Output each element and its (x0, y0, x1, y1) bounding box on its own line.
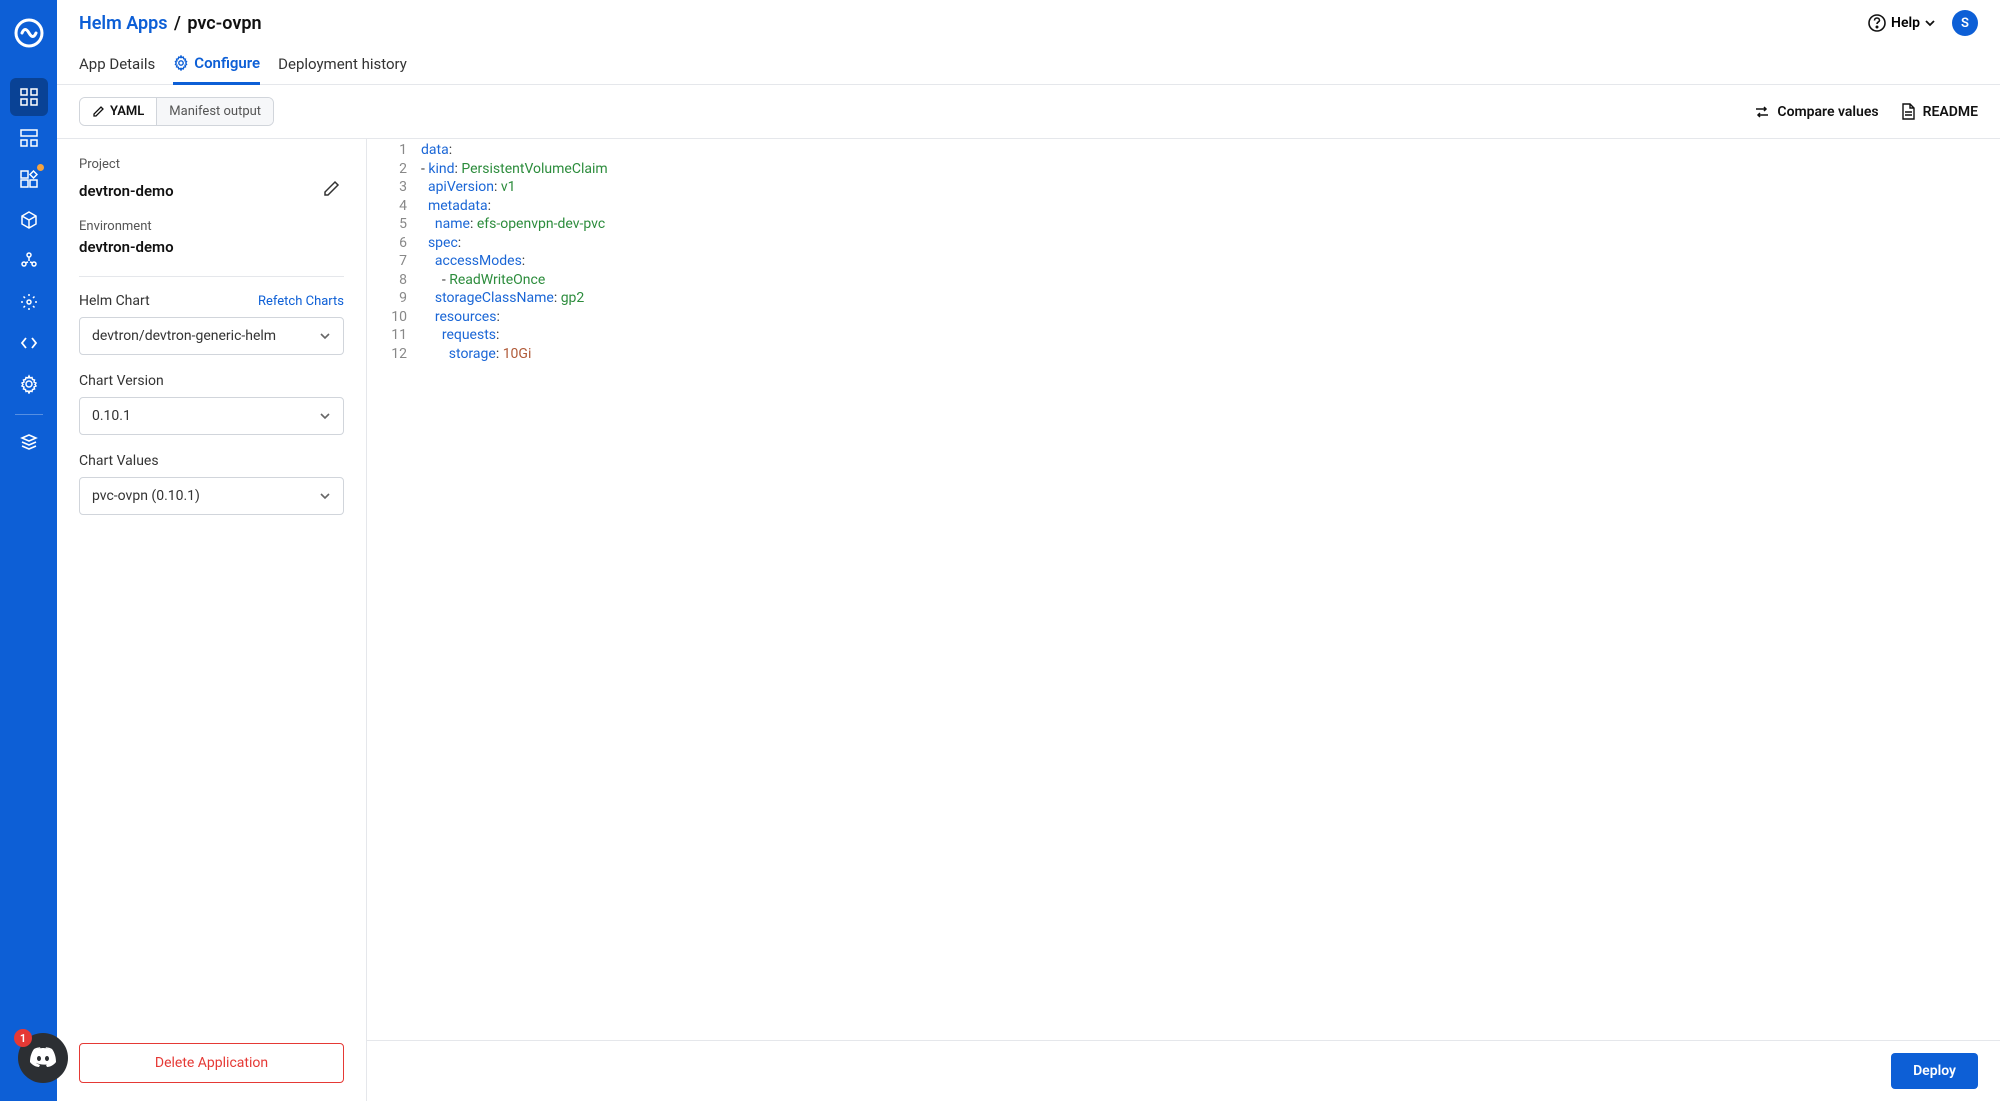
editor-footer: Deploy (367, 1040, 2000, 1101)
project-value: devtron-demo (79, 182, 174, 200)
tabs: App Details Configure Deployment history (79, 44, 1978, 84)
help-icon (1867, 13, 1887, 33)
tab-deployment-history[interactable]: Deployment history (278, 44, 407, 84)
environment-value: devtron-demo (79, 238, 344, 256)
breadcrumb-current: pvc-ovpn (187, 13, 261, 34)
breadcrumb: Helm Apps / pvc-ovpn (79, 13, 262, 34)
nav-stack[interactable] (10, 423, 48, 461)
breadcrumb-sep: / (174, 13, 181, 34)
compare-values-label: Compare values (1777, 104, 1878, 120)
helm-chart-select[interactable]: devtron/devtron-generic-helm (79, 317, 344, 355)
tab-configure-label: Configure (194, 54, 260, 72)
toggle-yaml-label: YAML (110, 104, 144, 119)
editor-wrap: 123456789101112 data:- kind: PersistentV… (367, 139, 2000, 1101)
nav-badge (37, 164, 44, 171)
tab-configure[interactable]: Configure (173, 44, 260, 85)
edit-project-button[interactable] (319, 176, 344, 205)
swap-icon (1754, 104, 1770, 120)
app-logo (14, 18, 44, 48)
chevron-down-icon (319, 330, 331, 342)
view-toggle: YAML Manifest output (79, 97, 274, 126)
code-area[interactable]: data:- kind: PersistentVolumeClaim apiVe… (415, 141, 608, 1040)
refetch-charts-button[interactable]: Refetch Charts (258, 294, 344, 309)
nav-divider (15, 414, 43, 415)
helm-chart-value: devtron/devtron-generic-helm (92, 328, 276, 344)
nav-apps[interactable] (10, 78, 48, 116)
panel-divider (79, 276, 344, 277)
nav-app-groups[interactable] (10, 119, 48, 157)
chart-version-value: 0.10.1 (92, 408, 131, 424)
pencil-icon (92, 105, 105, 118)
file-icon (1901, 103, 1916, 120)
readme-label: README (1923, 104, 1978, 120)
help-button[interactable]: Help (1867, 13, 1936, 33)
discord-button[interactable]: 1 (18, 1033, 68, 1083)
nav-cube[interactable] (10, 201, 48, 239)
chevron-down-icon (319, 410, 331, 422)
header-right: Help S (1867, 10, 1978, 36)
chart-version-label: Chart Version (79, 373, 344, 389)
chevron-down-icon (1924, 17, 1936, 29)
project-label: Project (79, 157, 344, 172)
compare-values-button[interactable]: Compare values (1754, 103, 1878, 120)
environment-label: Environment (79, 219, 344, 234)
header: Helm Apps / pvc-ovpn Help S App Details … (57, 0, 2000, 85)
main: Helm Apps / pvc-ovpn Help S App Details … (57, 0, 2000, 1101)
tab-app-details[interactable]: App Details (79, 44, 155, 84)
line-gutter: 123456789101112 (367, 141, 415, 1040)
nav-chart-store[interactable] (10, 160, 48, 198)
header-top: Helm Apps / pvc-ovpn Help S (79, 10, 1978, 36)
content: Project devtron-demo Environment devtron… (57, 139, 2000, 1101)
deploy-button[interactable]: Deploy (1891, 1053, 1978, 1089)
toggle-yaml[interactable]: YAML (80, 98, 157, 125)
chart-version-select[interactable]: 0.10.1 (79, 397, 344, 435)
toolbar-right: Compare values README (1754, 103, 1978, 120)
toggle-manifest[interactable]: Manifest output (157, 98, 273, 125)
avatar[interactable]: S (1952, 10, 1978, 36)
help-label: Help (1891, 15, 1920, 31)
gear-icon (173, 55, 189, 71)
pencil-icon (323, 180, 340, 197)
discord-badge: 1 (14, 1029, 32, 1047)
chart-values-value: pvc-ovpn (0.10.1) (92, 488, 200, 504)
chart-values-label: Chart Values (79, 453, 344, 469)
delete-application-button[interactable]: Delete Application (79, 1043, 344, 1083)
nav-settings[interactable] (10, 365, 48, 403)
breadcrumb-link[interactable]: Helm Apps (79, 13, 168, 34)
chevron-down-icon (319, 490, 331, 502)
config-panel: Project devtron-demo Environment devtron… (57, 139, 367, 1101)
nav-global-config[interactable] (10, 283, 48, 321)
nav-code[interactable] (10, 324, 48, 362)
sidebar: 1 (0, 0, 57, 1101)
toolbar: YAML Manifest output Compare values READ… (57, 85, 2000, 139)
helm-chart-label: Helm Chart (79, 293, 150, 309)
nav-cluster[interactable] (10, 242, 48, 280)
readme-button[interactable]: README (1901, 103, 1978, 120)
chart-values-select[interactable]: pvc-ovpn (0.10.1) (79, 477, 344, 515)
yaml-editor[interactable]: 123456789101112 data:- kind: PersistentV… (367, 139, 2000, 1040)
